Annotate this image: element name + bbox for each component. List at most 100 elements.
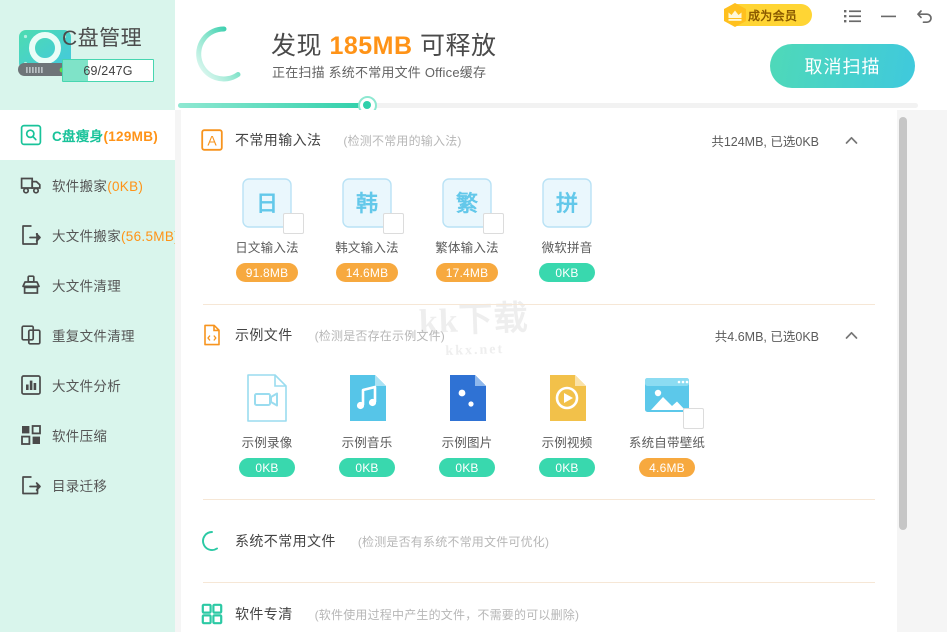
ime-pinyin-icon: 拼 — [542, 178, 592, 228]
chevron-up-icon[interactable] — [844, 328, 859, 343]
disk-search-icon — [20, 124, 42, 146]
scan-status-text: 正在扫描 系统不常用文件 Office缓存 — [272, 62, 486, 81]
section-title: 软件专清 — [235, 604, 293, 624]
svg-text:A: A — [207, 132, 217, 148]
tile-checkbox[interactable] — [483, 213, 504, 234]
sidebar-item-label: 重复文件清理 — [52, 325, 135, 345]
section-system-unused-files: 系统不常用文件 (检测是否有系统不常用文件可优化) — [181, 500, 897, 583]
section-unused-ime: A 不常用输入法 (检测不常用的输入法) 共124MB, 已选0KB — [181, 110, 897, 305]
section-desc: (检测是否有系统不常用文件可优化) — [358, 533, 549, 550]
svg-text:拼: 拼 — [556, 191, 578, 217]
app-window: C盘管理 69/247G 发现 185MB 可释放 正在扫描 系统不常用文件 — [0, 0, 947, 632]
tile-size-badge: 0KB — [239, 458, 295, 477]
section-sample-files: 示例文件 (检测是否存在示例文件) 共4.6MB, 已选0KB — [181, 305, 897, 500]
section-desc: (检测是否存在示例文件) — [315, 327, 445, 344]
tile-label: 示例视频 — [542, 432, 593, 451]
scan-headline: 发现 185MB 可释放 — [271, 26, 497, 62]
scrollbar-thumb[interactable] — [899, 117, 907, 530]
scan-amount: 185MB — [329, 32, 412, 60]
become-member-label: 成为会员 — [748, 7, 797, 24]
section-header[interactable]: A 不常用输入法 (检测不常用的输入法) 共124MB, 已选0KB — [181, 110, 897, 170]
tile-size-badge: 0KB — [539, 263, 595, 282]
sidebar-item-label: 软件搬家(0KB) — [52, 175, 143, 195]
disk-capacity-bar: 69/247G — [62, 59, 154, 82]
crown-icon — [722, 2, 748, 28]
section-stat: 共124MB, 已选0KB — [711, 131, 819, 150]
tile-label: 系统自带壁纸 — [629, 432, 705, 451]
list-item[interactable]: 系统自带壁纸 4.6MB — [617, 373, 717, 477]
section-header[interactable]: 软件专清 (软件使用过程中产生的文件，不需要的可以删除) — [181, 583, 897, 632]
tile-size-badge: 0KB — [539, 458, 595, 477]
sample-recording-icon — [242, 373, 292, 423]
sidebar-item-label: 大文件分析 — [52, 375, 121, 395]
back-arrow-icon — [915, 8, 934, 25]
play-file-icon — [542, 373, 592, 423]
list-item[interactable]: 示例音乐 0KB — [317, 373, 417, 477]
tile-label: 日文输入法 — [235, 237, 299, 256]
tile-label: 示例图片 — [442, 432, 493, 451]
tile-label: 示例录像 — [242, 432, 293, 451]
minimize-button[interactable] — [876, 4, 900, 28]
chevron-up-icon[interactable] — [844, 133, 859, 148]
list-item[interactable]: 示例图片 0KB — [417, 373, 517, 477]
sidebar-item-software-compress[interactable]: 软件压缩 — [0, 410, 175, 460]
back-button[interactable] — [912, 4, 936, 28]
list-item[interactable]: 示例视频 0KB — [517, 373, 617, 477]
scan-results-list: kk下载 kkx.net A 不常用输入法 (检测不常用的输入法) 共124MB… — [181, 110, 897, 632]
sidebar-item-bigfile-analysis[interactable]: 大文件分析 — [0, 360, 175, 410]
tile-size-badge: 4.6MB — [639, 458, 695, 477]
spinner-green-icon — [201, 530, 223, 552]
ime-blue-tile: 繁 — [442, 178, 492, 228]
tile-checkbox[interactable] — [283, 213, 304, 234]
sample-picture-icon — [442, 373, 492, 423]
section-tiles: 示例录像 0KB — [181, 365, 897, 499]
sidebar-item-c-slim[interactable]: C盘瘦身(129MB) — [0, 110, 175, 160]
sidebar-item-bigfile-move[interactable]: 大文件搬家(56.5MB) — [0, 210, 175, 260]
cancel-scan-button[interactable]: 取消扫描 — [770, 44, 915, 88]
sidebar-item-bigfile-clean[interactable]: 大文件清理 — [0, 260, 175, 310]
picture-file-icon — [442, 373, 492, 423]
tile-checkbox[interactable] — [383, 213, 404, 234]
list-item[interactable]: 拼 微软拼音 0KB — [517, 178, 617, 282]
tile-checkbox[interactable] — [683, 408, 704, 429]
section-header[interactable]: 示例文件 (检测是否存在示例文件) 共4.6MB, 已选0KB — [181, 305, 897, 365]
section-header[interactable]: 系统不常用文件 (检测是否有系统不常用文件可优化) — [181, 500, 897, 582]
ime-blue-tile: 日 — [242, 178, 292, 228]
minimize-icon — [880, 9, 897, 23]
tile-size-badge: 17.4MB — [436, 263, 499, 282]
copy-files-icon — [20, 324, 42, 346]
become-member-button[interactable]: 成为会员 — [726, 4, 812, 26]
sidebar-item-label: C盘瘦身(129MB) — [52, 125, 158, 145]
disk-capacity-label: 69/247G — [63, 60, 153, 81]
sidebar-item-label: 大文件清理 — [52, 275, 121, 295]
section-title: 示例文件 — [235, 325, 293, 345]
header-scan-area: 发现 185MB 可释放 正在扫描 系统不常用文件 Office缓存 成为会员 — [175, 0, 947, 110]
section-software-deep-clean: 软件专清 (软件使用过程中产生的文件，不需要的可以删除) — [181, 583, 897, 632]
scan-results-panel: kk下载 kkx.net A 不常用输入法 (检测不常用的输入法) 共124MB… — [181, 110, 897, 632]
list-item[interactable]: 日 日文输入法 91.8MB — [217, 178, 317, 282]
bar-chart-icon — [20, 374, 42, 396]
truck-move-icon — [20, 174, 42, 196]
video-outline-file-icon — [242, 373, 292, 423]
sidebar-item-directory-migrate[interactable]: 目录迁移 — [0, 460, 175, 510]
ime-blue-tile: 拼 — [542, 178, 592, 228]
svg-text:繁: 繁 — [456, 191, 479, 217]
section-tiles: 日 日文输入法 91.8MB 韩 — [181, 170, 897, 304]
sidebar-item-duplicate-clean[interactable]: 重复文件清理 — [0, 310, 175, 360]
scrollbar-track[interactable] — [919, 110, 927, 632]
sidebar-item-software-move[interactable]: 软件搬家(0KB) — [0, 160, 175, 210]
broom-clean-icon — [20, 274, 42, 296]
svg-text:日: 日 — [256, 192, 278, 217]
folder-export-icon — [20, 474, 42, 496]
tile-size-badge: 0KB — [339, 458, 395, 477]
list-item[interactable]: 繁 繁体输入法 17.4MB — [417, 178, 517, 282]
tile-label: 繁体输入法 — [435, 237, 499, 256]
section-stat: 共4.6MB, 已选0KB — [715, 326, 819, 345]
menu-list-icon — [844, 9, 861, 23]
section-title: 不常用输入法 — [235, 130, 321, 150]
list-item[interactable]: 示例录像 0KB — [217, 373, 317, 477]
list-item[interactable]: 韩 韩文输入法 14.6MB — [317, 178, 417, 282]
section-desc: (检测不常用的输入法) — [343, 132, 461, 149]
menu-list-button[interactable] — [840, 4, 864, 28]
scan-headline-prefix: 发现 — [271, 32, 329, 60]
